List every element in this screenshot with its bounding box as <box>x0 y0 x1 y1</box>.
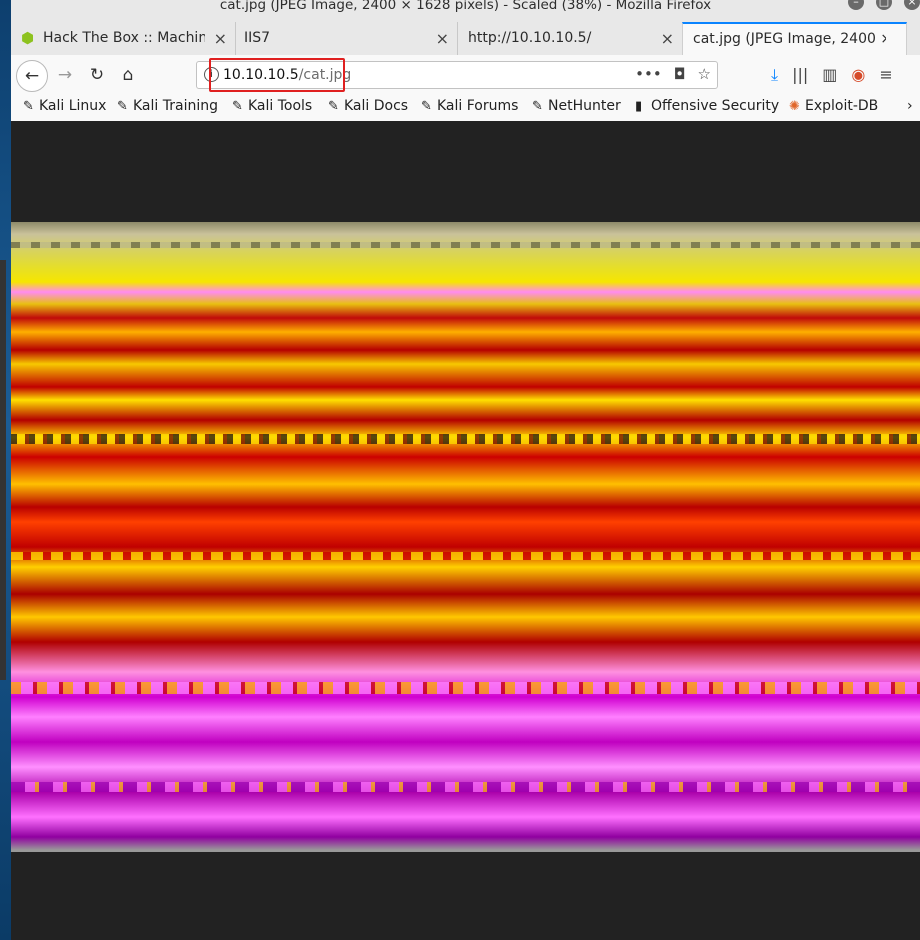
bookmark-kali-forums[interactable]: ✎ Kali Forums <box>421 98 518 114</box>
title-bar: cat.jpg (JPEG Image, 2400 × 1628 pixels)… <box>11 0 920 22</box>
offsec-icon: ▮ <box>635 99 643 114</box>
bookmark-label: Kali Docs <box>344 98 409 114</box>
library-icon[interactable]: ||| <box>792 65 808 85</box>
forward-arrow-icon: → <box>57 65 73 85</box>
tab-label: cat.jpg (JPEG Image, 2400 × <box>693 31 886 47</box>
desktop-dock <box>0 260 6 680</box>
kali-dragon-icon: ✎ <box>117 99 128 114</box>
kali-dragon-icon: ✎ <box>328 99 339 114</box>
tab-label: http://10.10.10.5/ <box>468 30 592 46</box>
bookmark-label: Kali Forums <box>437 98 519 114</box>
forward-button[interactable]: → <box>51 61 79 89</box>
menu-icon[interactable]: ≡ <box>879 65 892 85</box>
maximize-button[interactable]: □ <box>876 0 892 10</box>
bookmark-nethunter[interactable]: ✎ NetHunter <box>532 98 621 114</box>
reload-button[interactable]: ↻ <box>83 61 111 89</box>
close-tab-icon[interactable]: × <box>214 22 227 55</box>
page-actions-icon[interactable]: ••• <box>635 65 662 83</box>
close-tab-icon[interactable]: × <box>661 22 674 55</box>
pocket-icon[interactable]: ◘ <box>674 65 686 83</box>
tab-label: IIS7 <box>244 30 271 46</box>
bookmark-label: Kali Training <box>133 98 218 114</box>
nav-toolbar: ← → ↻ ⌂ i 10.10.10.5/cat.jpg ••• ◘ ☆ ⤓ |… <box>11 55 920 95</box>
hackthebox-cube-icon: ⬢ <box>21 29 35 47</box>
minimize-button[interactable]: – <box>848 0 864 10</box>
bookmark-offensive-security[interactable]: ▮ Offensive Security <box>635 98 779 114</box>
tab-iis7[interactable]: IIS7 × <box>236 22 458 55</box>
tab-ip-root[interactable]: http://10.10.10.5/ × <box>458 22 682 55</box>
bookmarks-toolbar: ✎ Kali Linux ✎ Kali Training ✎ Kali Tools ✎… <box>11 95 920 122</box>
download-icon[interactable]: ⤓ <box>771 65 778 85</box>
bookmark-kali-tools[interactable]: ✎ Kali Tools <box>232 98 312 114</box>
toolbar-right: ⤓ ||| ▥ ◉ ≡ <box>771 65 893 85</box>
back-button[interactable]: ← <box>16 60 48 92</box>
extension-icon[interactable]: ◉ <box>851 65 865 85</box>
corrupted-cat-image <box>11 222 920 852</box>
exploit-db-icon: ✺ <box>789 99 800 114</box>
tab-strip: ⬢ Hack The Box :: Machines × IIS7 × http… <box>11 22 920 56</box>
url-actions: ••• ◘ ☆ <box>635 65 711 83</box>
sidebar-icon[interactable]: ▥ <box>822 65 837 85</box>
kali-dragon-icon: ✎ <box>232 99 243 114</box>
bookmark-exploit-db[interactable]: ✺ Exploit-DB <box>789 98 878 114</box>
home-icon: ⌂ <box>122 65 134 85</box>
url-highlight-box <box>209 58 345 92</box>
tab-cat-jpg[interactable]: cat.jpg (JPEG Image, 2400 × <box>682 22 907 55</box>
bookmarks-overflow-icon[interactable]: › <box>907 98 913 114</box>
bookmark-label: Kali Tools <box>248 98 313 114</box>
bookmark-label: Exploit-DB <box>805 98 879 114</box>
close-tab-icon[interactable]: × <box>436 22 449 55</box>
bookmark-label: Kali Linux <box>39 98 107 114</box>
kali-dragon-icon: ✎ <box>421 99 432 114</box>
bookmark-label: Offensive Security <box>651 98 780 114</box>
close-window-button[interactable]: × <box>904 0 920 10</box>
tab-hackthebox[interactable]: ⬢ Hack The Box :: Machines × <box>11 22 236 55</box>
page-content <box>11 121 920 940</box>
kali-dragon-icon: ✎ <box>23 99 34 114</box>
bookmark-star-icon[interactable]: ☆ <box>698 65 711 83</box>
window-controls: – □ × <box>848 0 920 10</box>
bookmark-kali-training[interactable]: ✎ Kali Training <box>117 98 218 114</box>
home-button[interactable]: ⌂ <box>114 61 142 89</box>
nethunter-icon: ✎ <box>532 99 543 114</box>
bookmark-kali-docs[interactable]: ✎ Kali Docs <box>328 98 408 114</box>
reload-icon: ↻ <box>89 65 105 85</box>
back-arrow-icon: ← <box>24 66 40 86</box>
firefox-window: cat.jpg (JPEG Image, 2400 × 1628 pixels)… <box>11 0 920 940</box>
tab-label: Hack The Box :: Machines <box>43 30 205 46</box>
window-title: cat.jpg (JPEG Image, 2400 × 1628 pixels)… <box>219 0 712 13</box>
bookmark-kali-linux[interactable]: ✎ Kali Linux <box>23 98 106 114</box>
bookmark-label: NetHunter <box>548 98 621 114</box>
